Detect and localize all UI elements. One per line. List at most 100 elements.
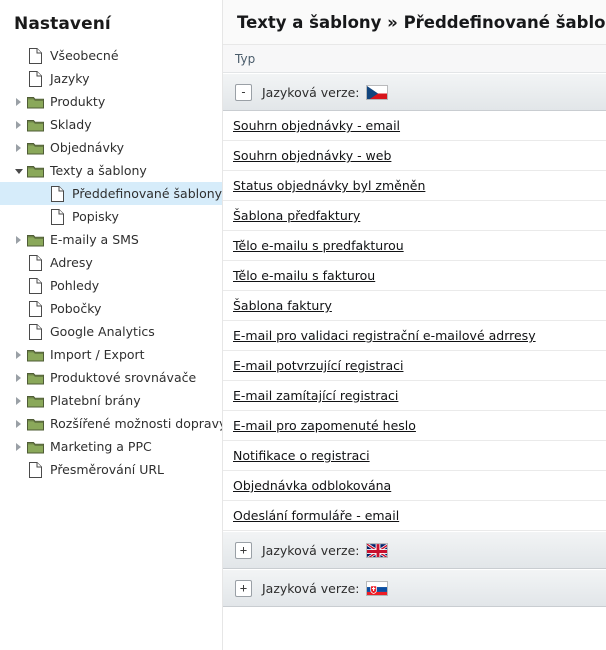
folder-icon: [26, 347, 44, 363]
sidebar-item-label: Platební brány: [50, 392, 141, 408]
tree-expand-right-icon[interactable]: [12, 95, 25, 108]
column-header-typ: Typ: [235, 51, 256, 66]
folder-icon: [26, 370, 44, 386]
sidebar-item-11[interactable]: Pobočky: [0, 297, 222, 320]
sidebar-item-label: E-maily a SMS: [50, 231, 139, 247]
template-link[interactable]: E-mail potvrzující registraci: [233, 358, 403, 373]
language-version-label: Jazyková verze:: [262, 580, 360, 596]
file-icon: [26, 323, 44, 340]
template-row[interactable]: Objednávka odblokována: [223, 471, 606, 501]
tree-expand-right-icon[interactable]: [12, 118, 25, 131]
sidebar-item-10[interactable]: Pohledy: [0, 274, 222, 297]
sidebar-item-7[interactable]: Popisky: [0, 205, 222, 228]
template-row[interactable]: Šablona faktury: [223, 291, 606, 321]
template-row[interactable]: Odeslání formuláře - email: [223, 501, 606, 531]
template-link[interactable]: Status objednávky byl změněn: [233, 178, 425, 193]
grid-tail: [223, 607, 606, 629]
language-group-header[interactable]: + Jazyková verze:: [223, 569, 606, 607]
sidebar-item-label: Předdefinované šablony: [72, 185, 223, 201]
template-link[interactable]: Tělo e-mailu s predfakturou: [233, 238, 404, 253]
sidebar-item-16[interactable]: Rozšířené možnosti dopravy: [0, 412, 226, 435]
sidebar-item-5[interactable]: Texty a šablony: [0, 159, 222, 182]
collapse-group-button[interactable]: -: [235, 83, 252, 101]
sidebar-item-label: Rozšířené možnosti dopravy: [50, 415, 227, 431]
sidebar-item-17[interactable]: Marketing a PPC: [0, 435, 222, 458]
language-group-header[interactable]: - Jazyková verze:: [223, 73, 606, 111]
sidebar-item-label: Produkty: [50, 93, 106, 109]
template-row[interactable]: E-mail pro validaci registrační e-mailov…: [223, 321, 606, 351]
template-link[interactable]: E-mail zamítající registraci: [233, 388, 398, 403]
template-link[interactable]: Tělo e-mailu s fakturou: [233, 268, 375, 283]
settings-tree: Všeobecné Jazyky Produkty Sklady Objednávky T…: [0, 44, 226, 481]
template-row[interactable]: Šablona předfaktury: [223, 201, 606, 231]
sidebar-item-2[interactable]: Produkty: [0, 90, 222, 113]
template-link[interactable]: Souhrn objednávky - web: [233, 148, 391, 163]
tree-expand-right-icon[interactable]: [12, 417, 25, 430]
tree-expand-right-icon[interactable]: [12, 348, 25, 361]
folder-icon: [26, 94, 44, 110]
settings-sidebar: Nastavení Všeobecné Jazyky Produkty Sklady O…: [0, 0, 226, 650]
sidebar-item-8[interactable]: E-maily a SMS: [0, 228, 222, 251]
sidebar-item-label: Popisky: [72, 208, 119, 224]
file-icon: [48, 208, 66, 225]
sidebar-item-4[interactable]: Objednávky: [0, 136, 222, 159]
template-row[interactable]: Notifikace o registraci: [223, 441, 606, 471]
flag-cz-icon: [366, 84, 389, 100]
sidebar-item-18[interactable]: Přesměrování URL: [0, 458, 222, 481]
sidebar-item-label: Pohledy: [50, 277, 100, 293]
template-link[interactable]: E-mail pro validaci registrační e-mailov…: [233, 328, 536, 343]
template-row[interactable]: Souhrn objednávky - email: [223, 111, 606, 141]
sidebar-item-label: Sklady: [50, 116, 92, 132]
sidebar-item-label: Přesměrování URL: [50, 461, 164, 477]
sidebar-item-label: Jazyky: [50, 70, 90, 86]
page-title: Texty a šablony » Předdefinované šablony: [237, 12, 606, 32]
template-link[interactable]: Notifikace o registraci: [233, 448, 370, 463]
file-icon: [26, 300, 44, 317]
template-link[interactable]: E-mail pro zapomenuté heslo: [233, 418, 416, 433]
sidebar-item-12[interactable]: Google Analytics: [0, 320, 222, 343]
template-row[interactable]: E-mail zamítající registraci: [223, 381, 606, 411]
template-row[interactable]: E-mail potvrzující registraci: [223, 351, 606, 381]
file-icon: [26, 47, 44, 64]
sidebar-item-1[interactable]: Jazyky: [0, 67, 222, 90]
language-group-header[interactable]: + Jazyková verze:: [223, 531, 606, 569]
expand-group-button[interactable]: +: [235, 579, 252, 597]
flag-gb-icon: [366, 542, 389, 558]
sidebar-item-label: Produktové srovnávače: [50, 369, 197, 385]
sidebar-item-15[interactable]: Platební brány: [0, 389, 222, 412]
tree-expand-right-icon[interactable]: [12, 371, 25, 384]
template-link[interactable]: Souhrn objednávky - email: [233, 118, 400, 133]
template-link[interactable]: Objednávka odblokována: [233, 478, 391, 493]
sidebar-item-9[interactable]: Adresy: [0, 251, 222, 274]
expand-group-button[interactable]: +: [235, 541, 252, 559]
template-link[interactable]: Odeslání formuláře - email: [233, 508, 399, 523]
sidebar-item-13[interactable]: Import / Export: [0, 343, 222, 366]
template-row[interactable]: Souhrn objednávky - web: [223, 141, 606, 171]
template-row[interactable]: Tělo e-mailu s fakturou: [223, 261, 606, 291]
template-link[interactable]: Šablona předfaktury: [233, 208, 360, 223]
sidebar-item-3[interactable]: Sklady: [0, 113, 222, 136]
tree-expand-right-icon[interactable]: [12, 141, 25, 154]
tree-expand-right-icon[interactable]: [12, 233, 25, 246]
sidebar-item-14[interactable]: Produktové srovnávače: [0, 366, 222, 389]
templates-grid: - Jazyková verze: Souhrn objednávky - emai…: [223, 73, 606, 607]
settings-page: Nastavení Všeobecné Jazyky Produkty Sklady O…: [0, 0, 606, 650]
folder-icon: [26, 163, 44, 179]
sidebar-item-label: Import / Export: [50, 346, 145, 362]
folder-icon: [26, 117, 44, 133]
language-version-label: Jazyková verze:: [262, 84, 360, 100]
template-row[interactable]: E-mail pro zapomenuté heslo: [223, 411, 606, 441]
template-row[interactable]: Status objednávky byl změněn: [223, 171, 606, 201]
sidebar-item-0[interactable]: Všeobecné: [0, 44, 222, 67]
file-icon: [26, 461, 44, 478]
tree-expand-down-icon[interactable]: [12, 164, 25, 177]
sidebar-item-6[interactable]: Předdefinované šablony: [0, 182, 222, 205]
flag-sk-icon: [366, 580, 389, 596]
main-panel: Texty a šablony » Předdefinované šablony…: [222, 0, 606, 650]
sidebar-item-label: Texty a šablony: [50, 162, 147, 178]
folder-icon: [26, 393, 44, 409]
template-row[interactable]: Tělo e-mailu s predfakturou: [223, 231, 606, 261]
tree-expand-right-icon[interactable]: [12, 394, 25, 407]
template-link[interactable]: Šablona faktury: [233, 298, 332, 313]
tree-expand-right-icon[interactable]: [12, 440, 25, 453]
